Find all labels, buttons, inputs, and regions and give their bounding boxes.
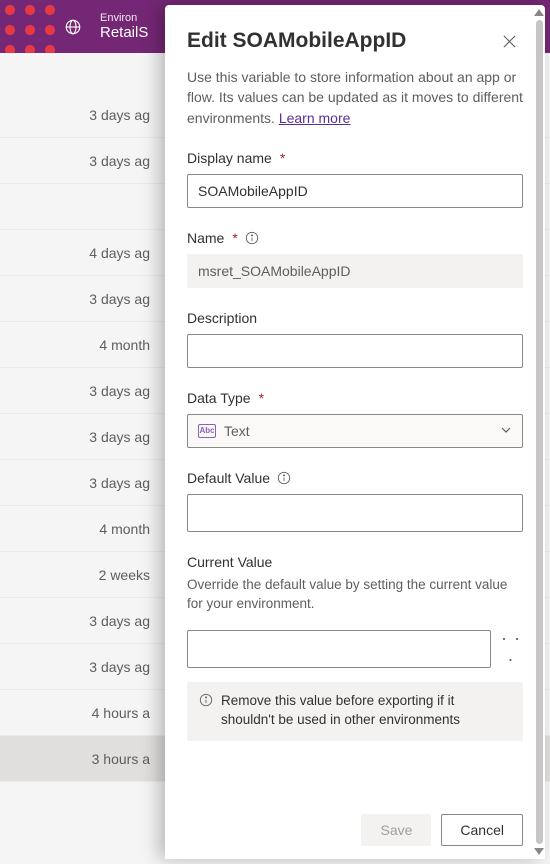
display-name-label: Display name* bbox=[187, 150, 523, 166]
current-value-subtext: Override the default value by setting th… bbox=[187, 576, 523, 614]
panel-footer: Save Cancel bbox=[165, 803, 545, 859]
info-icon bbox=[199, 692, 213, 708]
info-icon[interactable] bbox=[276, 470, 292, 486]
data-type-select[interactable]: Abc Text bbox=[187, 414, 523, 448]
name-label: Name* bbox=[187, 230, 523, 246]
info-icon[interactable] bbox=[244, 230, 260, 246]
scroll-down-icon bbox=[534, 848, 544, 855]
close-button[interactable] bbox=[495, 27, 523, 55]
scrollbar[interactable] bbox=[531, 9, 547, 855]
environment-label: Environ bbox=[100, 12, 148, 24]
environment-picker[interactable]: Environ RetailS bbox=[100, 12, 148, 41]
panel-title: Edit SOAMobileAppID bbox=[187, 29, 406, 53]
more-options-button[interactable]: · · · bbox=[499, 628, 523, 670]
learn-more-link[interactable]: Learn more bbox=[279, 110, 351, 126]
default-value-input[interactable] bbox=[187, 494, 523, 532]
export-notice: Remove this value before exporting if it… bbox=[187, 682, 523, 742]
chevron-down-icon bbox=[500, 423, 512, 439]
current-value-input[interactable] bbox=[187, 630, 491, 668]
cancel-button[interactable]: Cancel bbox=[441, 814, 523, 846]
save-button[interactable]: Save bbox=[361, 814, 431, 846]
scroll-thumb[interactable] bbox=[536, 20, 543, 844]
environment-icon bbox=[64, 18, 82, 36]
environment-name: RetailS bbox=[100, 24, 148, 41]
data-type-label: Data Type* bbox=[187, 390, 523, 406]
edit-variable-panel: Edit SOAMobileAppID Use this variable to… bbox=[165, 5, 545, 859]
text-type-icon: Abc bbox=[198, 424, 216, 438]
close-icon bbox=[502, 34, 517, 49]
description-input[interactable] bbox=[187, 334, 523, 368]
default-value-label: Default Value bbox=[187, 470, 523, 486]
description-label: Description bbox=[187, 310, 523, 326]
app-logo bbox=[0, 0, 60, 53]
current-value-label: Current Value bbox=[187, 554, 523, 570]
name-input bbox=[187, 254, 523, 288]
data-type-value: Text bbox=[224, 423, 250, 439]
scroll-up-icon bbox=[534, 9, 544, 16]
panel-description: Use this variable to store information a… bbox=[187, 67, 523, 128]
display-name-input[interactable] bbox=[187, 174, 523, 208]
